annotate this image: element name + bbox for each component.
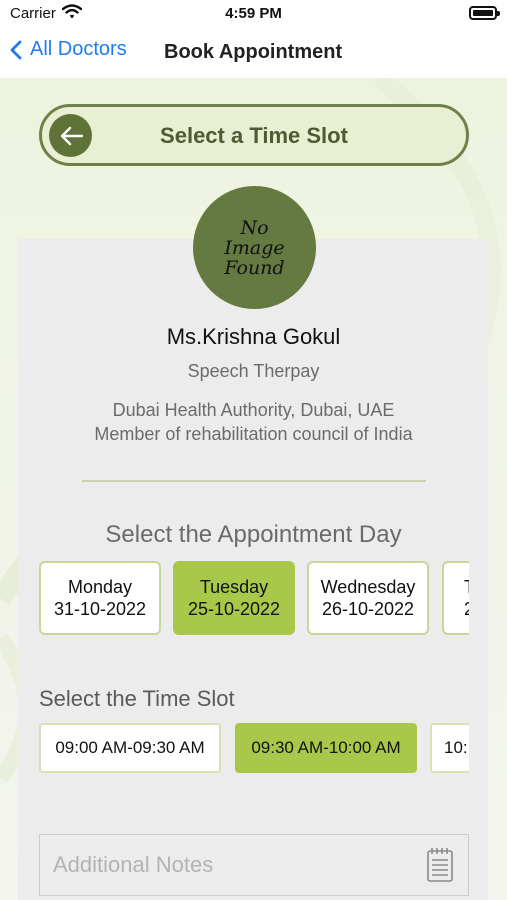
status-bar: Carrier 4:59 PM	[0, 0, 507, 30]
header-title: Select a Time Slot	[160, 123, 348, 148]
day-option-partial[interactable]: T 27	[442, 561, 469, 635]
day-name: Tuesday	[199, 577, 269, 597]
doctor-membership: Member of rehabilitation council of Indi…	[94, 424, 413, 444]
day-date: 26-10-2022	[321, 599, 415, 619]
appointment-day-heading: Select the Appointment Day	[105, 521, 402, 548]
doctor-specialty: Speech Therpay	[187, 361, 320, 381]
notepad-icon	[426, 847, 454, 888]
day-option[interactable]: Monday 31-10-2022	[39, 561, 161, 635]
avatar-text-line: No	[240, 216, 269, 239]
doctor-avatar: No Image Found	[193, 186, 316, 309]
time-slot-option[interactable]: 09:00 AM-09:30 AM	[39, 723, 221, 773]
time-slot-option-selected[interactable]: 09:30 AM-10:00 AM	[235, 723, 417, 773]
back-button-label: All Doctors	[30, 38, 127, 60]
time-slot-option-partial[interactable]: 10:	[430, 723, 469, 773]
select-time-slot-header: Select a Time Slot	[39, 104, 469, 166]
day-name: Wednesday	[320, 577, 416, 597]
clock: 4:59 PM	[225, 5, 282, 22]
doctor-name: Ms.Krishna Gokul	[166, 324, 341, 349]
time-slot-heading: Select the Time Slot	[39, 686, 235, 711]
battery-icon	[469, 6, 500, 20]
additional-notes-input[interactable]	[40, 835, 420, 895]
additional-notes-field[interactable]	[39, 834, 469, 896]
day-name: T	[464, 576, 469, 598]
back-to-doctors-button[interactable]: All Doctors	[10, 38, 127, 61]
day-option-selected[interactable]: Tuesday 25-10-2022	[173, 561, 295, 635]
divider	[82, 480, 426, 482]
content-area: Select a Time Slot No Image Found Ms.Kri…	[0, 78, 507, 900]
navigation-bar: All Doctors Book Appointment	[0, 30, 507, 78]
day-name: Monday	[67, 577, 133, 597]
chevron-left-icon	[10, 40, 22, 59]
time-slot-selector[interactable]: 09:00 AM-09:30 AM 09:30 AM-10:00 AM 10:	[39, 723, 469, 775]
day-option[interactable]: Wednesday 26-10-2022	[307, 561, 429, 635]
day-date: 31-10-2022	[53, 599, 147, 619]
day-date: 27	[464, 598, 469, 620]
nav-title: Book Appointment	[164, 41, 343, 63]
doctor-authority: Dubai Health Authority, Dubai, UAE	[112, 400, 395, 420]
day-selector[interactable]: Monday 31-10-2022 Tuesday 25-10-2022 Wed…	[39, 561, 469, 635]
day-date: 25-10-2022	[187, 599, 281, 619]
avatar-text-line: Image	[224, 236, 285, 259]
avatar-text-line: Found	[224, 256, 285, 279]
